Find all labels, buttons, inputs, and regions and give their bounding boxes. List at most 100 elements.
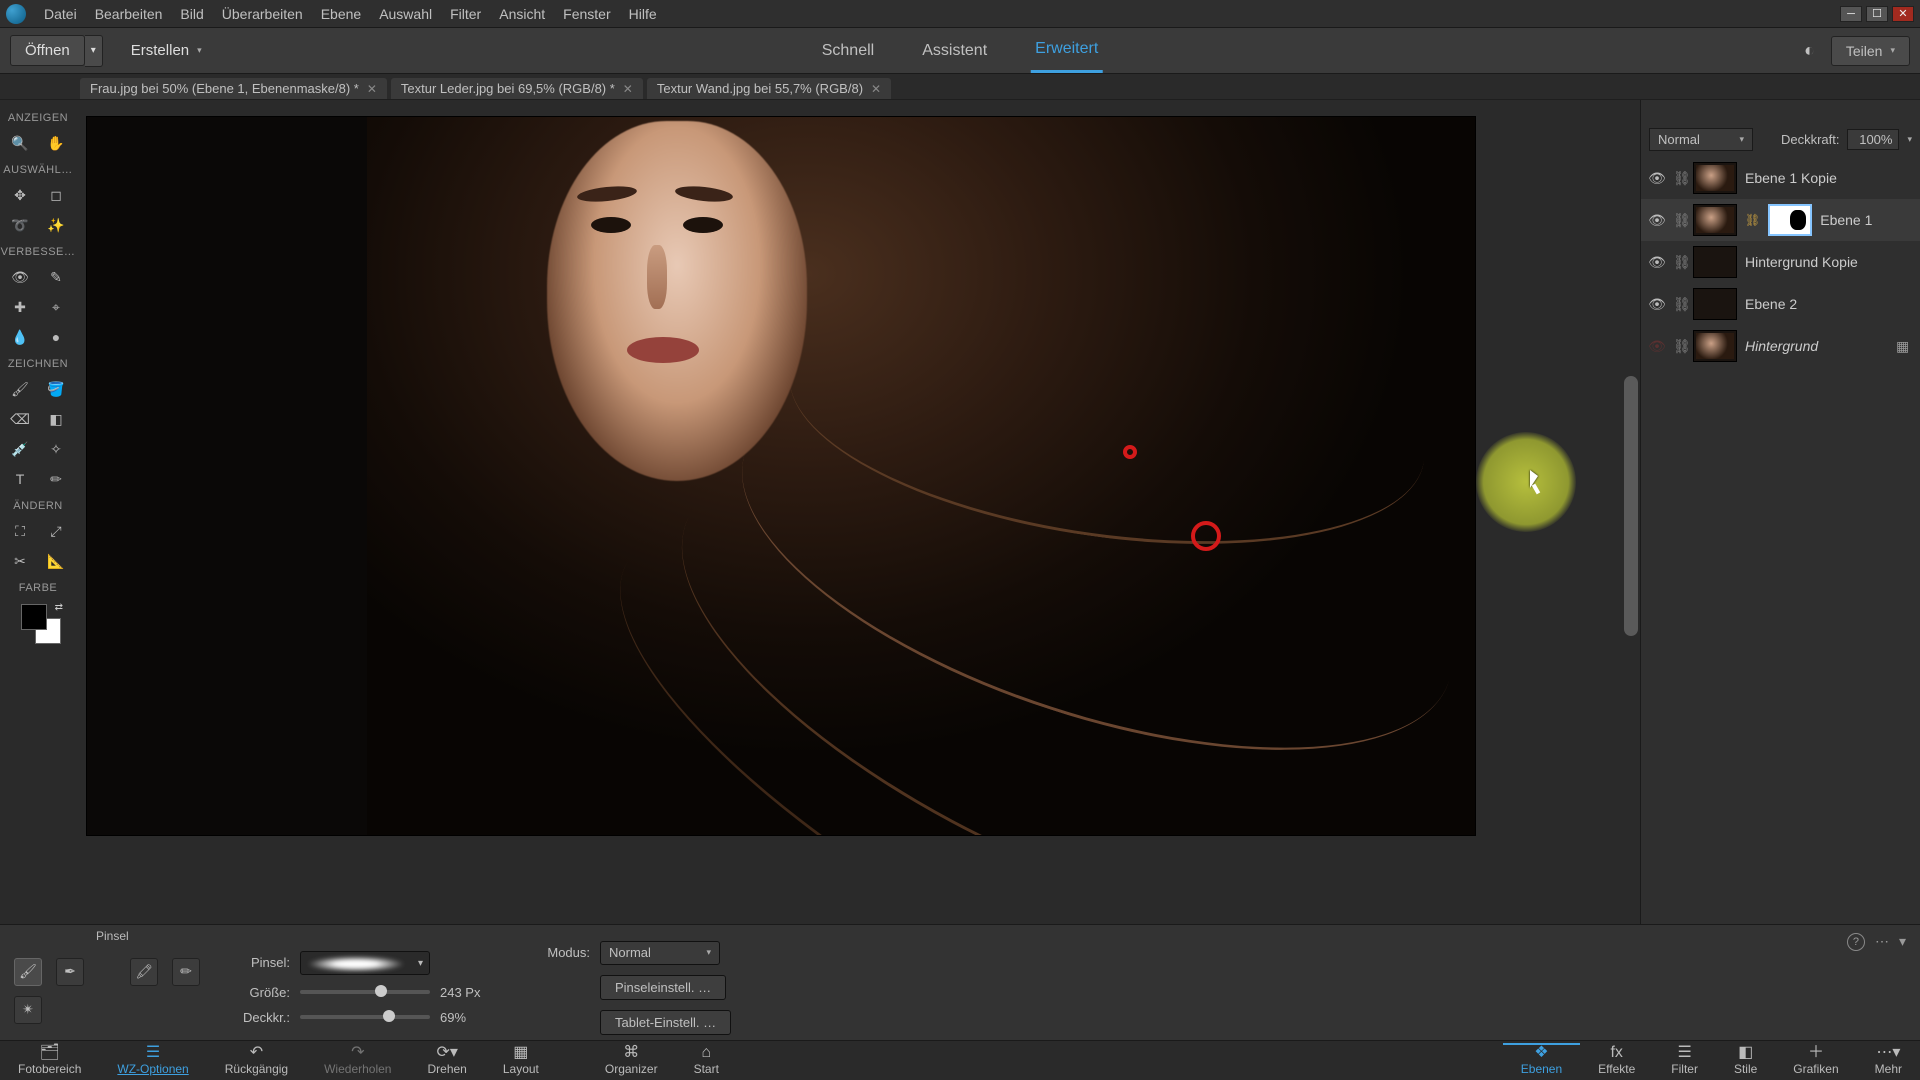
whiten-tool-icon[interactable]: ✎ [45, 266, 67, 288]
menu-ansicht[interactable]: Ansicht [499, 6, 545, 22]
blend-mode-dropdown[interactable]: Normal ▾ [600, 941, 720, 965]
pencil-tool-icon[interactable]: ✏ [45, 468, 67, 490]
options-menu-icon[interactable]: ⋯ [1875, 933, 1889, 950]
brush-variant-button[interactable]: 🖌 [14, 958, 42, 986]
vertical-scrollbar[interactable] [1624, 116, 1640, 926]
window-minimize-button[interactable]: ─ [1840, 6, 1862, 22]
menu-fenster[interactable]: Fenster [563, 6, 610, 22]
crop-tool-icon[interactable]: ⛶ [9, 520, 31, 542]
close-icon[interactable]: ✕ [871, 82, 881, 96]
link-icon[interactable]: ⛓ [1673, 170, 1685, 187]
size-slider[interactable] [300, 990, 430, 994]
redo-button[interactable]: ↷Wiederholen [306, 1045, 409, 1076]
impressionist-brush-button[interactable]: ✒ [56, 958, 84, 986]
layout-button[interactable]: ▦Layout [485, 1045, 557, 1076]
brush-settings-button[interactable]: Pinseleinstell. … [600, 975, 726, 1000]
menu-filter[interactable]: Filter [450, 6, 481, 22]
help-icon[interactable]: ? [1847, 933, 1865, 951]
brush-preset-dropdown[interactable]: ▾ [300, 951, 430, 975]
chevron-down-icon[interactable]: ▾ [1907, 134, 1912, 145]
mask-link-icon[interactable]: ⛓ [1745, 213, 1760, 227]
organizer-button[interactable]: ⌘Organizer [587, 1045, 676, 1076]
collapse-icon[interactable]: ▾ [1899, 933, 1906, 950]
document-canvas[interactable] [86, 116, 1476, 836]
opacity-value[interactable]: 69% [440, 1010, 500, 1025]
bucket-tool-icon[interactable]: 🪣 [45, 378, 67, 400]
shape-tool-icon[interactable]: ✧ [45, 438, 67, 460]
opacity-slider[interactable] [300, 1015, 430, 1019]
menu-bild[interactable]: Bild [180, 6, 203, 22]
layer-row[interactable]: 👁 ⛓ Hintergrund ▦ [1641, 325, 1920, 367]
gradient-tool-icon[interactable]: ◧ [45, 408, 67, 430]
open-button[interactable]: Öffnen [10, 35, 85, 66]
tablet-settings-button[interactable]: Tablet-Einstell. … [600, 1010, 731, 1035]
layer-name[interactable]: Ebene 1 [1820, 212, 1872, 228]
close-icon[interactable]: ✕ [623, 82, 633, 96]
layer-thumbnail[interactable] [1693, 204, 1737, 236]
create-button[interactable]: Erstellen ▾ [121, 36, 212, 65]
recompose-tool-icon[interactable]: ⤢ [45, 520, 67, 542]
lasso-tool-icon[interactable]: ➰ [9, 214, 31, 236]
tool-options-button[interactable]: ☰WZ-Optionen [99, 1045, 206, 1076]
zoom-tool-icon[interactable]: 🔍 [9, 132, 31, 154]
move-tool-icon[interactable]: ✥ [9, 184, 31, 206]
window-close-button[interactable]: ✕ [1892, 6, 1914, 22]
heal-tool-icon[interactable]: ✚ [9, 296, 31, 318]
more-panel-button[interactable]: ⋯▾Mehr [1857, 1045, 1920, 1076]
document-tab[interactable]: Textur Wand.jpg bei 55,7% (RGB/8) ✕ [647, 78, 891, 99]
graphics-panel-button[interactable]: ＋Grafiken [1775, 1045, 1856, 1076]
brush-tool-icon[interactable]: 🖌 [9, 378, 31, 400]
pattern-brush-button[interactable]: ✴ [14, 996, 42, 1024]
layer-mask-thumbnail[interactable] [1768, 204, 1812, 236]
layer-thumbnail[interactable] [1693, 288, 1737, 320]
open-menu-caret[interactable]: ▾ [85, 35, 103, 67]
marquee-tool-icon[interactable]: ◻ [45, 184, 67, 206]
menu-hilfe[interactable]: Hilfe [629, 6, 657, 22]
link-icon[interactable]: ⛓ [1673, 296, 1685, 313]
visibility-toggle-icon[interactable]: 👁 [1649, 170, 1665, 186]
layer-row[interactable]: 👁 ⛓ Hintergrund Kopie [1641, 241, 1920, 283]
straighten-tool-icon[interactable]: 📐 [45, 550, 67, 572]
link-icon[interactable]: ⛓ [1673, 254, 1685, 271]
document-tab[interactable]: Frau.jpg bei 50% (Ebene 1, Ebenenmaske/8… [80, 78, 387, 99]
effects-panel-button[interactable]: fxEffekte [1580, 1045, 1653, 1076]
color-replace-brush-button[interactable]: 🖍 [130, 958, 158, 986]
layer-row[interactable]: 👁 ⛓ Ebene 2 [1641, 283, 1920, 325]
mode-tab-quick[interactable]: Schnell [818, 28, 878, 73]
blur-tool-icon[interactable]: 💧 [9, 326, 31, 348]
layer-row[interactable]: 👁 ⛓ ⛓ Ebene 1 [1641, 199, 1920, 241]
menu-auswahl[interactable]: Auswahl [379, 6, 432, 22]
eyedropper-tool-icon[interactable]: 💉 [9, 438, 31, 460]
visibility-toggle-icon[interactable]: 👁 [1649, 212, 1665, 228]
undo-button[interactable]: ↶Rückgängig [207, 1045, 306, 1076]
link-icon[interactable]: ⛓ [1673, 338, 1685, 355]
clone-tool-icon[interactable]: ⌖ [45, 296, 67, 318]
pencil-variant-button[interactable]: ✏ [172, 958, 200, 986]
theme-toggle-icon[interactable]: ◐ [1804, 40, 1815, 61]
visibility-toggle-icon[interactable]: 👁 [1649, 254, 1665, 270]
mode-tab-advanced[interactable]: Erweitert [1031, 28, 1102, 73]
wand-tool-icon[interactable]: ✨ [45, 214, 67, 236]
text-tool-icon[interactable]: T [9, 468, 31, 490]
blend-mode-select[interactable]: Normal ▾ [1649, 128, 1753, 151]
layer-name[interactable]: Ebene 2 [1745, 296, 1797, 312]
layer-thumbnail[interactable] [1693, 246, 1737, 278]
opacity-input[interactable]: 100% [1847, 129, 1899, 150]
layer-thumbnail[interactable] [1693, 162, 1737, 194]
redeye-tool-icon[interactable]: 👁 [9, 266, 31, 288]
layer-row[interactable]: 👁 ⛓ Ebene 1 Kopie [1641, 157, 1920, 199]
styles-panel-button[interactable]: ◧Stile [1716, 1045, 1775, 1076]
eraser-tool-icon[interactable]: ⌫ [9, 408, 31, 430]
window-maximize-button[interactable]: ☐ [1866, 6, 1888, 22]
menu-ebene[interactable]: Ebene [321, 6, 361, 22]
layer-name[interactable]: Hintergrund [1745, 338, 1818, 354]
photobin-button[interactable]: 🗂Fotobereich [0, 1045, 99, 1076]
visibility-toggle-icon[interactable]: 👁 [1649, 338, 1665, 354]
home-button[interactable]: ⌂Start [676, 1045, 737, 1076]
visibility-toggle-icon[interactable]: 👁 [1649, 296, 1665, 312]
share-button[interactable]: Teilen ▾ [1831, 36, 1910, 66]
layer-name[interactable]: Ebene 1 Kopie [1745, 170, 1837, 186]
close-icon[interactable]: ✕ [367, 82, 377, 96]
size-value[interactable]: 243 Px [440, 985, 500, 1000]
layer-name[interactable]: Hintergrund Kopie [1745, 254, 1858, 270]
